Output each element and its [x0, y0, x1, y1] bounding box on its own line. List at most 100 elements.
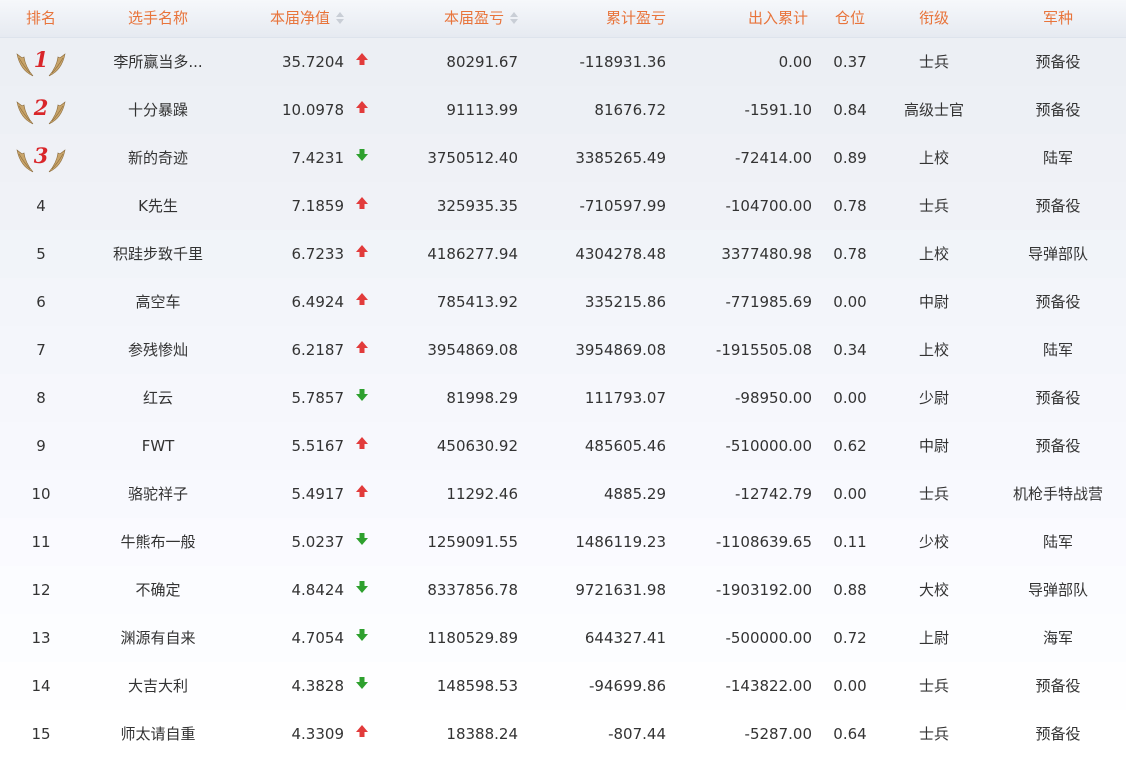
rank-cell: 6 — [0, 278, 82, 326]
column-header-rank[interactable]: 排名 — [0, 0, 82, 37]
inflow-outflow-total: -1915505.08 — [676, 326, 812, 374]
column-header-nav[interactable]: 本届净值 — [214, 0, 344, 37]
table-row[interactable]: 8 红云 5.7857 81998.29 111793.07 -98950.00 0.00 少… — [0, 374, 1126, 422]
trend-cell — [350, 566, 374, 614]
table-row[interactable]: 2 十分暴躁 10.0978 91113.99 81676.72 -1591.10 0.84… — [0, 86, 1126, 134]
cumulative-profit-loss-text: 9721631.98 — [575, 581, 666, 599]
table-row[interactable]: 5 积跬步致千里 6.7233 4186277.94 4304278.48 3377480… — [0, 230, 1126, 278]
inflow-outflow-text: -500000.00 — [725, 629, 812, 647]
table-row[interactable]: 10 骆驼祥子 5.4917 11292.46 4885.29 -12742.79 0.00… — [0, 470, 1126, 518]
table-row[interactable]: 9 FWT 5.5167 450630.92 485605.46 -510000.00 0.… — [0, 422, 1126, 470]
cumulative-profit-loss: -118931.36 — [530, 38, 666, 86]
table-row[interactable]: 14 大吉大利 4.3828 148598.53 -94699.86 -143822.00… — [0, 662, 1126, 710]
player-name: 渊源有自来 — [82, 614, 234, 662]
cumulative-profit-loss-text: -94699.86 — [589, 677, 666, 695]
military-rank-text: 上校 — [918, 341, 949, 359]
inflow-outflow-total: 3377480.98 — [676, 230, 812, 278]
cumulative-profit-loss-text: 4304278.48 — [575, 245, 666, 263]
column-header-position[interactable]: 仓位 — [820, 0, 880, 37]
net-value: 4.8424 — [240, 566, 345, 614]
trend-cell — [350, 710, 374, 758]
table-row[interactable]: 1 李所赢当多... 35.7204 80291.67 -118931.36 0.00 0.… — [0, 38, 1126, 86]
military-rank-text: 士兵 — [918, 485, 949, 503]
trend-cell — [350, 38, 374, 86]
rank-number: 14 — [31, 677, 51, 695]
season-profit-loss-text: 3954869.08 — [427, 341, 518, 359]
rank-cell: 5 — [0, 230, 82, 278]
net-value: 5.5167 — [240, 422, 345, 470]
inflow-outflow-text: 0.00 — [778, 53, 812, 71]
military-rank: 上校 — [882, 134, 986, 182]
table-body: 1 李所赢当多... 35.7204 80291.67 -118931.36 0.00 0.… — [0, 38, 1126, 758]
inflow-outflow-text: -72414.00 — [735, 149, 812, 167]
inflow-outflow-total: -1591.10 — [676, 86, 812, 134]
season-profit-loss-text: 8337856.78 — [427, 581, 518, 599]
rank-number: 12 — [31, 581, 51, 599]
inflow-outflow-text: -5287.00 — [744, 725, 812, 743]
season-profit-loss-text: 81998.29 — [446, 389, 518, 407]
arrow-up-icon — [355, 181, 369, 229]
rank-cell: 11 — [0, 518, 82, 566]
table-row[interactable]: 13 渊源有自来 4.7054 1180529.89 644327.41 -500000.… — [0, 614, 1126, 662]
column-header-label: 排名 — [25, 9, 56, 27]
rank-cell: 1 — [0, 38, 82, 86]
rank-cell: 7 — [0, 326, 82, 374]
net-value: 7.1859 — [240, 182, 345, 230]
ranking-board: 排名 选手名称 本届净值 本届盈亏 累计盈亏 出入累计 仓位 衔级 军种 1 李所… — [0, 0, 1126, 761]
column-header-cumulative[interactable]: 累计盈亏 — [530, 0, 666, 37]
service-branch-text: 预备役 — [1035, 293, 1081, 311]
net-value-text: 4.8424 — [291, 581, 345, 599]
military-rank: 上校 — [882, 230, 986, 278]
cumulative-profit-loss: 9721631.98 — [530, 566, 666, 614]
player-name-text: 牛熊布一般 — [120, 533, 196, 551]
season-profit-loss-text: 4186277.94 — [427, 245, 518, 263]
cumulative-profit-loss-text: 81676.72 — [594, 101, 666, 119]
net-value: 5.0237 — [240, 518, 345, 566]
arrow-down-icon — [355, 661, 369, 709]
column-header-label: 本届净值 — [269, 9, 330, 27]
inflow-outflow-text: -12742.79 — [735, 485, 812, 503]
sort-icon[interactable] — [510, 11, 518, 25]
military-rank-text: 大校 — [918, 581, 949, 599]
net-value-text: 5.5167 — [291, 437, 345, 455]
arrow-up-icon — [355, 325, 369, 373]
cumulative-profit-loss: 485605.46 — [530, 422, 666, 470]
table-row[interactable]: 11 牛熊布一般 5.0237 1259091.55 1486119.23 -110863… — [0, 518, 1126, 566]
cumulative-profit-loss-text: 335215.86 — [584, 293, 666, 311]
rank-number: 15 — [31, 725, 51, 743]
season-profit-loss: 18388.24 — [380, 710, 518, 758]
table-row[interactable]: 12 不确定 4.8424 8337856.78 9721631.98 -1903192.… — [0, 566, 1126, 614]
military-rank: 大校 — [882, 566, 986, 614]
table-row[interactable]: 4 K先生 7.1859 325935.35 -710597.99 -104700.00 0… — [0, 182, 1126, 230]
position-ratio-text: 0.37 — [833, 53, 867, 71]
arrow-down-icon — [355, 373, 369, 421]
military-rank: 上校 — [882, 326, 986, 374]
inflow-outflow-text: -143822.00 — [725, 677, 812, 695]
season-profit-loss: 81998.29 — [380, 374, 518, 422]
table-row[interactable]: 6 高空车 6.4924 785413.92 335215.86 -771985.69 0.… — [0, 278, 1126, 326]
column-header-inflow-outflow[interactable]: 出入累计 — [676, 0, 808, 37]
cumulative-profit-loss: 111793.07 — [530, 374, 666, 422]
column-header-pl[interactable]: 本届盈亏 — [380, 0, 518, 37]
column-header-rank-title[interactable]: 衔级 — [882, 0, 986, 37]
service-branch-text: 导弹部队 — [1027, 245, 1088, 263]
sort-icon[interactable] — [336, 11, 344, 25]
inflow-outflow-text: -104700.00 — [725, 197, 812, 215]
cumulative-profit-loss-text: -807.44 — [608, 725, 666, 743]
column-header-name[interactable]: 选手名称 — [82, 0, 234, 37]
trend-cell — [350, 662, 374, 710]
player-name: 李所赢当多... — [82, 38, 234, 86]
rank-number: 7 — [36, 341, 46, 359]
column-header-branch[interactable]: 军种 — [990, 0, 1126, 37]
military-rank-text: 少校 — [918, 533, 949, 551]
player-name-text: 不确定 — [135, 581, 181, 599]
player-name: 骆驼祥子 — [82, 470, 234, 518]
inflow-outflow-total: -72414.00 — [676, 134, 812, 182]
trend-cell — [350, 86, 374, 134]
net-value-text: 6.7233 — [291, 245, 345, 263]
table-row[interactable]: 7 参残惨灿 6.2187 3954869.08 3954869.08 -1915505.… — [0, 326, 1126, 374]
table-row[interactable]: 3 新的奇迹 7.4231 3750512.40 3385265.49 -72414.00… — [0, 134, 1126, 182]
trend-cell — [350, 278, 374, 326]
table-row[interactable]: 15 师太请自重 4.3309 18388.24 -807.44 -5287.00 0.64… — [0, 710, 1126, 758]
inflow-outflow-text: -1108639.65 — [715, 533, 812, 551]
